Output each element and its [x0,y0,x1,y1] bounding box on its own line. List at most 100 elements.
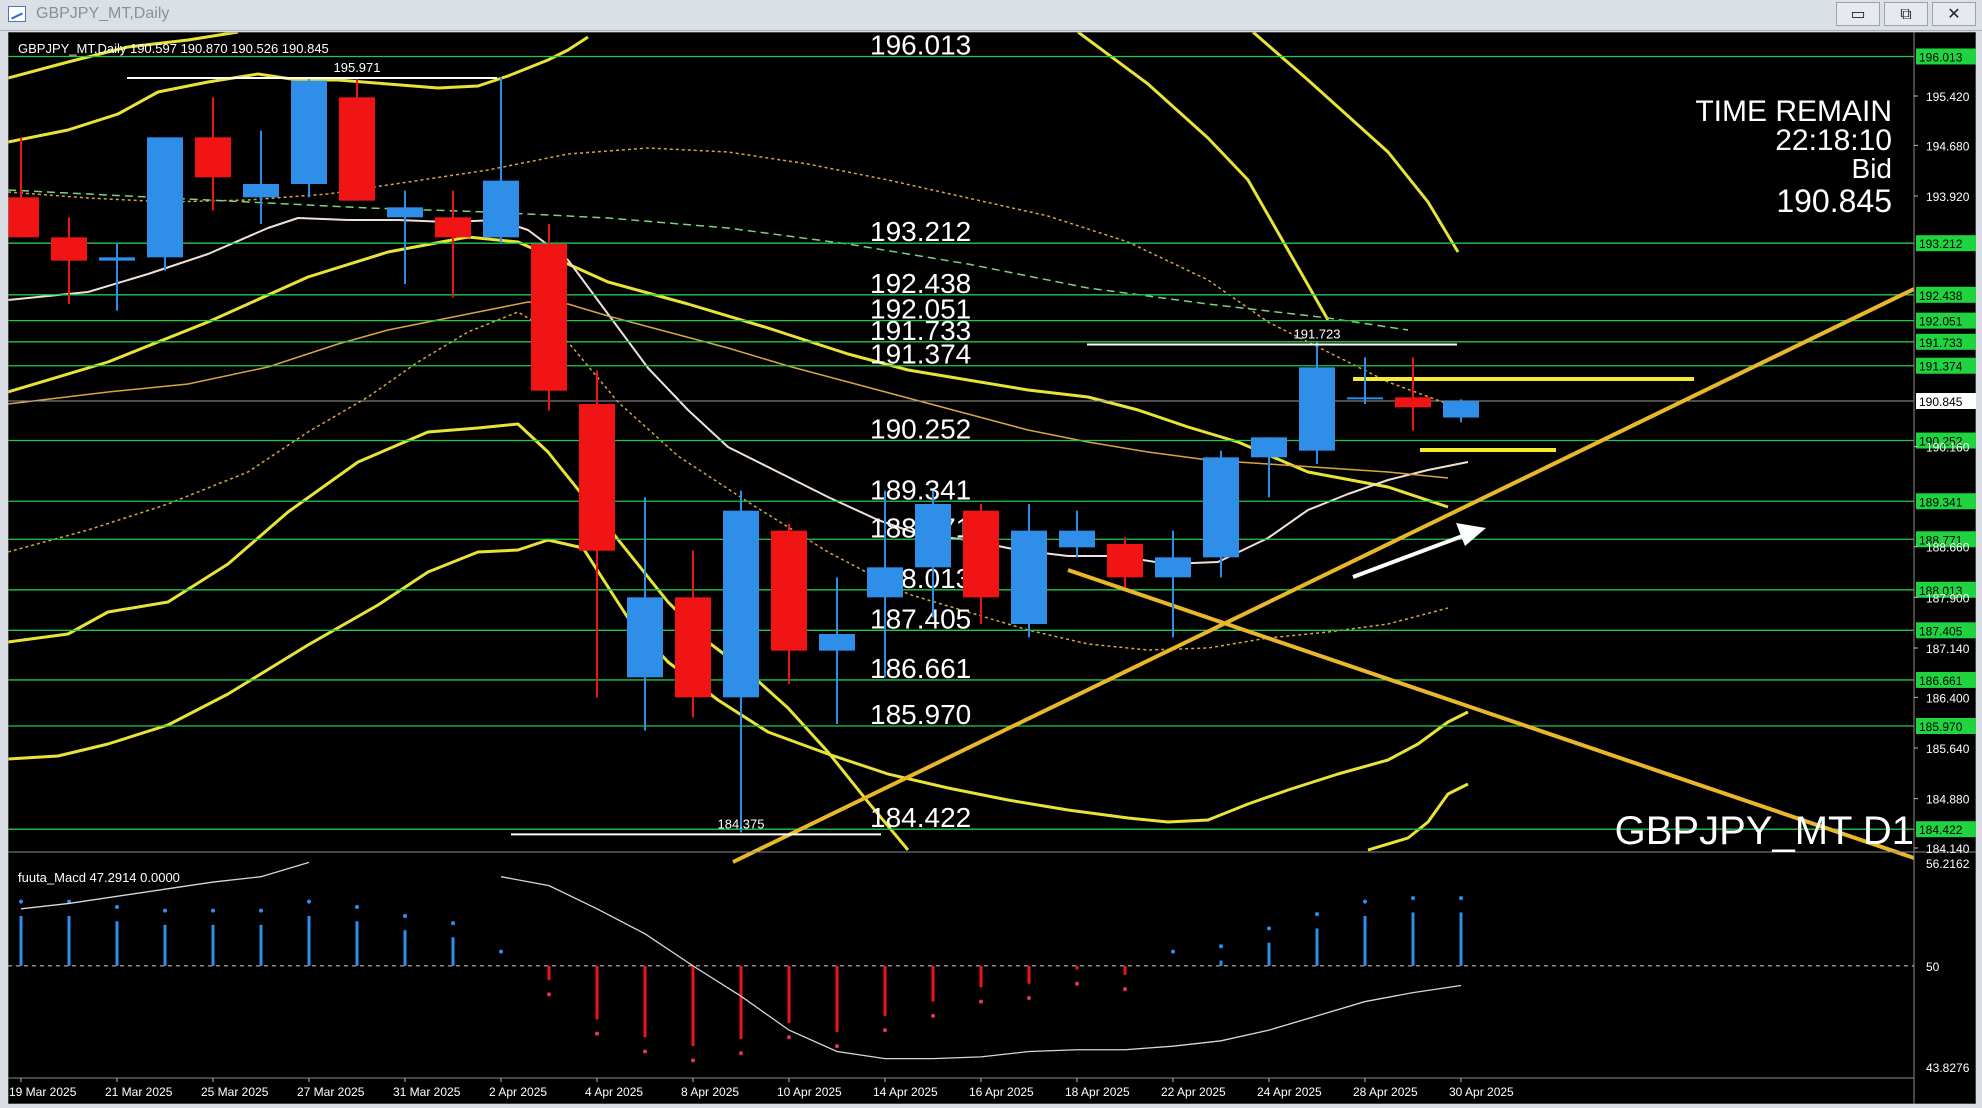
level-label-12: 185.970 [870,699,971,730]
candle-body-21 [1011,530,1047,624]
macd-dot-10 [499,949,503,954]
macd-dot-26 [1267,926,1271,931]
time-label-0: 19 Mar 2025 [9,1085,77,1099]
macd-dot-12 [595,1031,599,1036]
candle-body-0 [3,197,39,238]
terminal-window: GBPJPY_MT,Daily ▭ ⧉ ✕ 196.013 193.212 192.… [0,0,1982,1108]
time-label-1: 21 Mar 2025 [105,1085,173,1099]
level-label-6: 190.252 [870,414,971,445]
indicator-header: fuuta_Macd 47.2914 0.0000 [18,870,180,885]
upper-band-far-right [1252,30,1460,253]
level-label-5: 191.374 [870,339,971,370]
level-price-text-3: 192.051 [1919,315,1963,329]
candle-body-29 [1395,397,1431,408]
chart-header: GBPJPY_MT,Daily 190.597 190.870 190.526 … [18,41,329,56]
time-label-3: 27 Mar 2025 [297,1085,365,1099]
macd-dot-5 [259,908,263,913]
macd-dot-14 [691,1058,695,1063]
chart-area[interactable]: 196.013 193.212 192.438 192.051 191.733 191.3… [3,29,1977,1105]
macd-dot-22 [1075,981,1079,986]
close-button[interactable]: ✕ [1932,2,1976,26]
price-tick-label-3: 190.160 [1926,441,1970,455]
arrow-head-icon [1456,523,1486,546]
macd-axis-label-0: 56.2162 [1926,857,1970,871]
macd-dot-6 [307,899,311,904]
annotation-label-1: 191.723 [1294,326,1341,341]
candle-body-1 [51,237,87,261]
macd-dot-29 [1411,896,1415,901]
price-tick-label-9: 184.880 [1926,793,1970,807]
time-label-2: 25 Mar 2025 [201,1085,269,1099]
level-label-1: 193.212 [870,216,971,247]
level-price-text-10: 187.405 [1919,624,1963,638]
time-axis[interactable]: 19 Mar 2025 21 Mar 2025 25 Mar 2025 27 Mar … [9,1078,1514,1099]
minimize-button[interactable]: ▭ [1836,2,1880,26]
macd-dot-28 [1363,899,1367,904]
level-label-13: 184.422 [870,802,971,833]
candle-body-17 [819,634,855,651]
level-price-text-0: 196.013 [1919,50,1963,64]
level-label-0: 196.013 [870,32,971,60]
macd-dot-8 [403,913,407,918]
annotation-label-0: 195.971 [334,60,381,75]
slow-ma [7,301,1449,479]
bid-label: Bid [1852,153,1892,184]
candle-body-22 [1059,530,1095,548]
bid-value: 190.845 [1776,183,1892,219]
time-label-13: 24 Apr 2025 [1257,1085,1322,1099]
macd-dot-9 [451,921,455,926]
time-label-4: 31 Mar 2025 [393,1085,461,1099]
macd-dot-23 [1123,987,1127,992]
candle-body-7 [339,97,375,201]
price-tick-label-0: 195.420 [1926,90,1970,104]
time-label-14: 28 Apr 2025 [1353,1085,1418,1099]
candle-body-8 [387,207,423,218]
time-label-10: 16 Apr 2025 [969,1085,1034,1099]
candle-body-18 [867,567,903,598]
level-price-text-4: 191.733 [1919,336,1963,350]
macd-dot-30 [1459,896,1463,901]
level-price-text-7: 189.341 [1919,495,1963,509]
level-price-text-12: 185.970 [1919,720,1963,734]
candle-body-12 [579,404,615,551]
annotation-label-2: 184.375 [718,816,765,831]
candle-body-24 [1155,557,1191,578]
price-tick-label-5: 187.900 [1926,591,1970,605]
time-label-12: 22 Apr 2025 [1161,1085,1226,1099]
time-label-7: 8 Apr 2025 [681,1085,739,1099]
macd-axis-label-2: 43.8276 [1926,1061,1970,1075]
price-tick-label-10: 184.140 [1926,842,1970,856]
price-tick-label-6: 187.140 [1926,642,1970,656]
macd-dot-7 [355,905,359,910]
candle-body-20 [963,510,999,598]
time-label-15: 30 Apr 2025 [1449,1085,1514,1099]
candle-body-9 [435,217,471,238]
candle-body-3 [147,137,183,258]
candle-body-27 [1299,367,1335,451]
price-tick-label-2: 193.920 [1926,190,1970,204]
macd-dot-17 [835,1044,839,1049]
candle-body-16 [771,530,807,651]
price-tick-label-7: 186.400 [1926,691,1970,705]
candle-body-4 [195,137,231,178]
macd-dot-21 [1027,996,1031,1001]
title-bar[interactable]: GBPJPY_MT,Daily ▭ ⧉ ✕ [0,0,1982,31]
candle-body-28 [1347,397,1383,400]
time-label-9: 14 Apr 2025 [873,1085,938,1099]
macd-dot-25 [1219,944,1223,949]
level-price-text-13: 184.422 [1919,823,1963,837]
level-price-text-1: 193.212 [1919,237,1963,251]
price-chart-canvas[interactable]: 196.013 193.212 192.438 192.051 191.733 191.3… [3,29,1977,1105]
candle-body-14 [675,597,711,698]
candle-body-25 [1203,457,1239,558]
time-label-11: 18 Apr 2025 [1065,1085,1130,1099]
arrow-shaft[interactable] [1352,532,1469,579]
level-price-text-2: 192.438 [1919,289,1963,303]
symbol-watermark: GBPJPY_MT D1 [1615,809,1914,853]
current-price-text: 190.845 [1919,395,1963,409]
window-title: GBPJPY_MT,Daily [36,5,170,22]
time-label-8: 10 Apr 2025 [777,1085,842,1099]
macd-dot-24 [1171,949,1175,954]
macd-dot-19 [931,1013,935,1018]
maximize-button[interactable]: ⧉ [1884,2,1928,26]
